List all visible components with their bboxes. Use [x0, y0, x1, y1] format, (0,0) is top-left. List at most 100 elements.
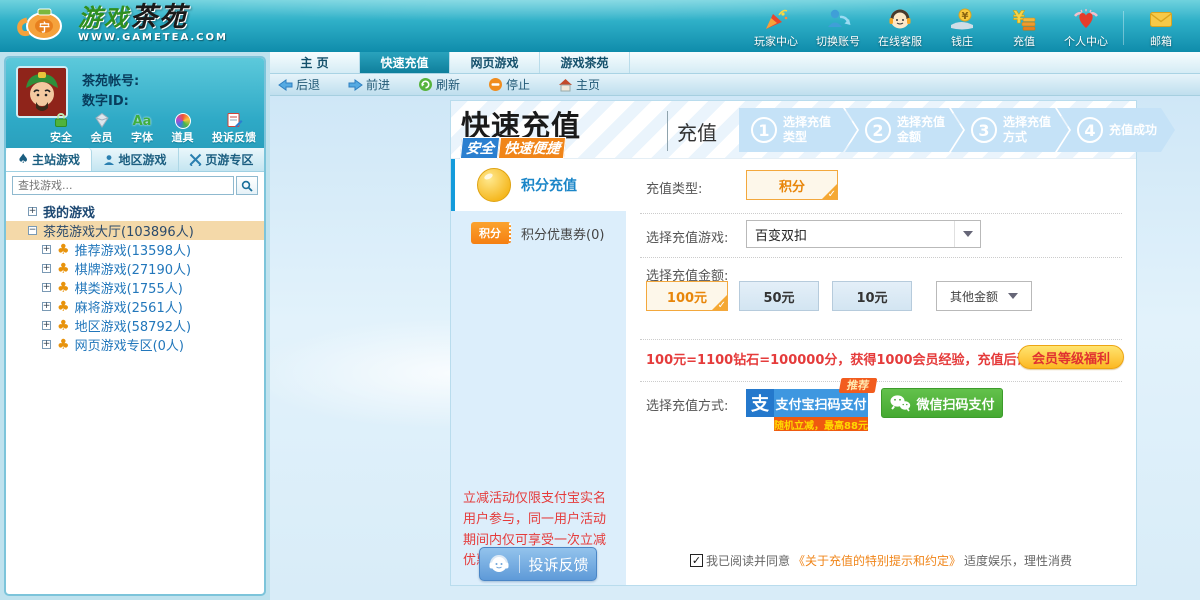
tab-main-games[interactable]: ♠ 主站游戏: [6, 148, 92, 171]
back-icon: [278, 78, 293, 92]
recharge-form: 充值类型: 积分 ✓ 选择充值游戏: 百变双扣 选择充值金额:: [626, 159, 1136, 585]
agreement-suffix: 适度娱乐，理性消费: [964, 552, 1072, 569]
card-header: 快速充值 安全 快速便捷 充值 1 选择充值类型 2: [451, 101, 1136, 159]
member-button[interactable]: 会员: [91, 109, 113, 145]
alipay-button[interactable]: 支 支付宝扫码支付 推荐 随机立减，最高88元: [746, 389, 868, 417]
headset-icon: [487, 552, 511, 576]
tab-web-games[interactable]: 网页游戏: [450, 52, 540, 73]
refresh-button[interactable]: 刷新: [418, 76, 488, 93]
step-4-success: 4 充值成功: [1057, 108, 1175, 152]
props-button[interactable]: 道具: [172, 109, 194, 145]
other-amount-dropdown[interactable]: 其他金额: [936, 281, 1032, 311]
collapse-icon[interactable]: −: [28, 226, 37, 235]
tree-item-lobby[interactable]: − 茶苑游戏大厅(103896人): [6, 221, 264, 240]
back-button[interactable]: 后退: [278, 76, 348, 93]
search-icon: [241, 180, 253, 192]
forward-button[interactable]: 前进: [348, 76, 418, 93]
expand-icon[interactable]: +: [42, 264, 51, 273]
header-subtitle: 充值: [677, 117, 717, 146]
stop-icon: [488, 77, 503, 92]
type-points-button[interactable]: 积分 ✓: [746, 170, 838, 200]
logo-text: 游戏茶苑 WWW.GAMETEA.COM: [78, 4, 228, 43]
tree-item-chess-games[interactable]: + ♣ 棋类游戏(1755人): [6, 278, 264, 297]
banner-toolbar: 玩家中心 切换账号: [745, 5, 1192, 49]
recharge-button[interactable]: ¥ 充值: [993, 5, 1055, 49]
home-button[interactable]: 主页: [558, 76, 628, 93]
recommended-ribbon: 推荐: [839, 378, 878, 393]
tree-item-my-games[interactable]: + 我的游戏: [6, 202, 264, 221]
expand-icon[interactable]: +: [42, 302, 51, 311]
game-tree: + 我的游戏 − 茶苑游戏大厅(103896人) + ♣ 推荐游戏(13598人…: [6, 198, 264, 354]
profile-button[interactable]: 个人中心: [1055, 5, 1117, 49]
amount-50-button[interactable]: 50元: [739, 281, 819, 311]
nav-points-coupon[interactable]: 积分 积分优惠券(0): [451, 211, 626, 255]
logo-url: WWW.GAMETEA.COM: [78, 33, 228, 43]
font-button[interactable]: Aa 字体: [131, 109, 153, 145]
club-icon: ♣: [57, 319, 70, 333]
dropdown-arrow-icon[interactable]: [954, 221, 980, 247]
mail-button[interactable]: 邮箱: [1130, 5, 1192, 49]
customer-service-button[interactable]: 在线客服: [869, 5, 931, 49]
switch-account-button[interactable]: 切换账号: [807, 5, 869, 49]
step-indicator: 1 选择充值类型 2 选择充值金额 3 选择充值方式 4: [739, 108, 1175, 152]
vip-benefits-button[interactable]: 会员等级福利: [1018, 345, 1124, 369]
stop-button[interactable]: 停止: [488, 76, 558, 93]
player-center-button[interactable]: 玩家中心: [745, 5, 807, 49]
tab-home[interactable]: 主 页: [270, 52, 360, 73]
amount-100-button[interactable]: 100元 ✓: [646, 281, 728, 311]
tree-item-card-games[interactable]: + ♣ 棋牌游戏(27190人): [6, 259, 264, 278]
tab-web-games[interactable]: 页游专区: [179, 148, 264, 171]
sidebar: 茶苑帐号: 数字ID: 安全: [0, 52, 270, 600]
party-popper-icon: [745, 5, 807, 33]
search-button[interactable]: [236, 176, 258, 195]
game-label: 选择充值游戏:: [646, 227, 728, 246]
feedback-button[interactable]: 投诉反馈: [479, 547, 597, 581]
agreement-row: ✓ 我已阅读并同意 《关于充值的特别提示和约定》 适度娱乐，理性消费: [626, 552, 1136, 569]
game-select[interactable]: 百变双扣: [746, 220, 981, 248]
check-icon: ✓: [828, 189, 836, 200]
separator: [640, 381, 1122, 382]
top-banner: 宁 游戏茶苑 WWW.GAMETEA.COM 玩家中心: [0, 0, 1200, 52]
expand-icon[interactable]: +: [28, 207, 37, 216]
agreement-link[interactable]: 《关于充值的特别提示和约定》: [793, 552, 961, 569]
tab-region-games[interactable]: 地区游戏: [92, 148, 178, 171]
expand-icon[interactable]: +: [42, 340, 51, 349]
complaint-button[interactable]: 投诉反馈: [212, 109, 256, 145]
banner-divider: [1123, 11, 1124, 45]
content-tabs: 主 页 快速充值 网页游戏 游戏茶苑: [270, 52, 1200, 74]
security-button[interactable]: 安全: [50, 109, 72, 145]
agreement-checkbox[interactable]: ✓: [690, 554, 703, 567]
svg-text:¥: ¥: [962, 11, 969, 22]
bank-icon: ¥: [931, 5, 993, 33]
tab-quick-recharge[interactable]: 快速充值: [360, 52, 450, 73]
tree-item-region-games[interactable]: + ♣ 地区游戏(58792人): [6, 316, 264, 335]
bank-button[interactable]: ¥ 钱庄: [931, 5, 993, 49]
type-label: 充值类型:: [646, 178, 702, 197]
font-icon: Aa: [131, 109, 153, 129]
recharge-icon: ¥: [993, 5, 1055, 33]
agreement-prefix: 我已阅读并同意: [706, 552, 790, 569]
account-box: 茶苑帐号: 数字ID: 安全: [6, 58, 264, 148]
wechat-pay-button[interactable]: 微信扫码支付: [881, 388, 1003, 418]
tree-item-webgame-zone[interactable]: + ♣ 网页游戏专区(0人): [6, 335, 264, 354]
sidebar-tabs: ♠ 主站游戏 地区游戏 页游专区: [6, 148, 264, 172]
search-input[interactable]: [12, 176, 234, 195]
alipay-promo: 随机立减，最高88元: [774, 417, 868, 431]
alipay-icon: 支: [746, 389, 774, 417]
sidebar-panel: 茶苑帐号: 数字ID: 安全: [4, 56, 266, 596]
gametea-logo[interactable]: 宁 游戏茶苑 WWW.GAMETEA.COM: [14, 2, 228, 44]
expand-icon[interactable]: +: [42, 321, 51, 330]
diamond-icon: [91, 109, 113, 129]
club-icon: ♣: [57, 262, 70, 276]
teapot-icon: 宁: [14, 2, 72, 44]
tree-item-recommended[interactable]: + ♣ 推荐游戏(13598人): [6, 240, 264, 259]
person-icon: [103, 154, 115, 166]
tree-item-mahjong-games[interactable]: + ♣ 麻将游戏(2561人): [6, 297, 264, 316]
amount-10-button[interactable]: 10元: [832, 281, 912, 311]
forward-icon: [348, 78, 363, 92]
expand-icon[interactable]: +: [42, 283, 51, 292]
pay-method-label: 选择充值方式:: [646, 395, 728, 414]
nav-points-recharge[interactable]: 积分充值: [451, 159, 626, 211]
expand-icon[interactable]: +: [42, 245, 51, 254]
tab-gametea[interactable]: 游戏茶苑: [540, 52, 630, 73]
